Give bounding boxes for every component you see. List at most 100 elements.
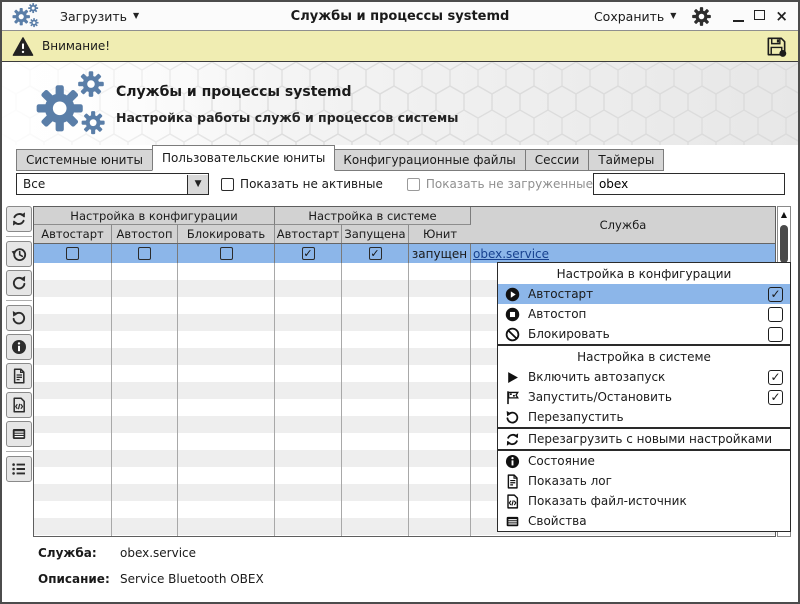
menu-item-label: Запустить/Остановить <box>528 390 761 404</box>
tab-sessions[interactable]: Сессии <box>526 149 590 171</box>
menu-item-label: Состояние <box>528 454 784 468</box>
menu-checkbox-unchecked[interactable] <box>768 327 783 342</box>
header-config-autostart: Автостарт <box>34 225 112 243</box>
menu-item-label: Включить автозапуск <box>528 370 761 384</box>
menu-item-label: Показать лог <box>528 474 784 488</box>
title-bar: Загрузить ▼ Службы и процессы systemd Со… <box>2 2 798 31</box>
menu-section-system-header: Настройка в системе <box>498 346 790 367</box>
menu-item-show-log[interactable]: Показать лог <box>498 471 790 491</box>
menu-item-enable-autostart[interactable]: Включить автозапуск ✓ <box>498 367 790 387</box>
menu-checkbox-checked[interactable]: ✓ <box>768 370 783 385</box>
service-link[interactable]: obex.service <box>473 247 549 261</box>
history-button[interactable] <box>6 241 32 267</box>
toolbar-separator <box>6 236 32 237</box>
header-system-group: Настройка в системе <box>275 207 471 225</box>
show-inactive-label: Показать не активные <box>240 177 383 191</box>
scroll-up-arrow-icon[interactable]: ▲ <box>778 207 790 221</box>
toolbar-separator <box>6 300 32 301</box>
menu-item-show-source[interactable]: Показать файл-источник <box>498 491 790 511</box>
tab-user-units[interactable]: Пользовательские юниты <box>152 145 335 171</box>
dropdown-arrow-icon[interactable]: ▼ <box>187 175 208 194</box>
redo-button[interactable] <box>6 270 32 296</box>
header-service-column: Служба <box>471 207 775 243</box>
save-file-button[interactable] <box>765 35 788 58</box>
menu-checkbox-checked[interactable]: ✓ <box>768 287 783 302</box>
tab-config-files[interactable]: Конфигурационные файлы <box>334 149 525 171</box>
menu-section-config-header: Настройка в конфигурации <box>498 263 790 284</box>
menu-item-label: Автостоп <box>528 307 761 321</box>
tab-timers[interactable]: Таймеры <box>589 149 664 171</box>
load-menu-button[interactable]: Загрузить ▼ <box>60 9 139 24</box>
flag-icon <box>504 390 521 405</box>
reload-icon <box>504 432 521 447</box>
close-button[interactable]: × <box>775 9 788 24</box>
history-clock-icon <box>11 246 27 262</box>
header-system-running: Запущена <box>342 225 409 243</box>
menu-item-reload[interactable]: Перезагрузить с новыми настройками <box>498 429 790 449</box>
show-unloaded-checkbox <box>407 178 420 191</box>
menu-checkbox-unchecked[interactable] <box>768 307 783 322</box>
document-icon <box>504 474 521 489</box>
status-button[interactable] <box>6 334 32 360</box>
header-banner: Службы и процессы systemd Настройка рабо… <box>2 62 798 145</box>
tab-system-units[interactable]: Системные юниты <box>16 149 153 171</box>
unit-filter-select[interactable]: Все ▼ <box>16 173 209 195</box>
row-config-block-checkbox[interactable] <box>220 247 233 260</box>
banner-title: Службы и процессы systemd <box>116 84 351 100</box>
info-icon <box>11 339 27 355</box>
search-input[interactable] <box>593 173 785 195</box>
menu-item-label: Автостарт <box>528 287 761 301</box>
tab-bar: Системные юниты Пользовательские юниты К… <box>16 145 664 171</box>
menu-item-label: Перезапустить <box>528 410 784 424</box>
scrollbar-thumb[interactable] <box>780 225 788 263</box>
description-label: Описание: <box>38 572 120 586</box>
row-system-running-checkbox[interactable]: ✓ <box>369 247 382 260</box>
menu-item-autostop[interactable]: Автостоп <box>498 304 790 324</box>
restart-ccw-icon <box>504 410 521 425</box>
filter-row: Все ▼ Показать не активные Показать не з… <box>16 172 785 196</box>
row-system-autostart-checkbox[interactable]: ✓ <box>302 247 315 260</box>
menu-checkbox-checked[interactable]: ✓ <box>768 390 783 405</box>
menu-item-status[interactable]: Состояние <box>498 451 790 471</box>
block-icon <box>504 327 521 342</box>
show-source-button[interactable] <box>6 392 32 418</box>
maximize-button[interactable] <box>754 10 765 20</box>
row-config-autostart-checkbox[interactable] <box>66 247 79 260</box>
warning-bar: Внимание! <box>2 31 798 62</box>
table-icon <box>504 514 521 529</box>
menu-item-start-stop[interactable]: Запустить/Остановить ✓ <box>498 387 790 407</box>
menu-item-label: Блокировать <box>528 327 761 341</box>
properties-button[interactable] <box>6 421 32 447</box>
settings-gear-icon[interactable] <box>692 7 711 26</box>
menu-item-properties[interactable]: Свойства <box>498 511 790 531</box>
menu-item-autostart[interactable]: Автостарт ✓ <box>498 284 790 304</box>
refresh-icon <box>11 211 27 227</box>
row-config-autostop-checkbox[interactable] <box>138 247 151 260</box>
info-icon <box>504 454 521 469</box>
show-log-button[interactable] <box>6 363 32 389</box>
menu-item-label: Перезагрузить с новыми настройками <box>528 432 784 446</box>
show-unloaded-label: Показать не загруженные <box>426 177 593 191</box>
menu-item-restart[interactable]: Перезапустить <box>498 407 790 427</box>
bullet-list-icon <box>11 461 27 477</box>
minimize-button[interactable] <box>733 11 744 22</box>
toolbar-separator <box>6 451 32 452</box>
menu-item-block[interactable]: Блокировать <box>498 324 790 344</box>
source-file-icon <box>504 494 521 509</box>
show-inactive-checkbox[interactable] <box>221 178 234 191</box>
header-config-group: Настройка в конфигурации <box>34 207 275 225</box>
restart-button[interactable] <box>6 305 32 331</box>
refresh-button[interactable] <box>6 206 32 232</box>
load-menu-label: Загрузить <box>60 9 127 24</box>
save-menu-button[interactable]: Сохранить ▼ <box>594 9 676 24</box>
table-row[interactable]: ✓ ✓ запущен obex.service <box>34 244 775 263</box>
side-toolbar <box>5 206 33 482</box>
redo-icon <box>11 275 27 291</box>
warning-icon <box>12 36 34 57</box>
menu-item-label: Показать файл-источник <box>528 494 784 508</box>
header-unit: Юнит <box>409 225 471 243</box>
list-view-button[interactable] <box>6 456 32 482</box>
play-icon <box>504 370 521 385</box>
context-menu: Настройка в конфигурации Автостарт ✓ Авт… <box>497 262 791 532</box>
play-circle-icon <box>504 287 521 302</box>
